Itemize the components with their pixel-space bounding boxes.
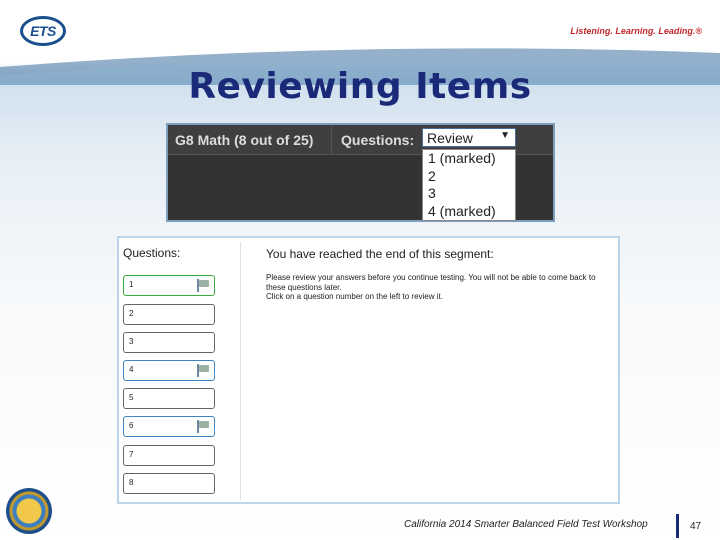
question-button-3[interactable]: 3 [123,332,215,353]
segment-end-message: Please review your answers before you co… [266,273,611,302]
dropdown-option-1[interactable]: 1 (marked) [423,150,515,168]
question-button-2[interactable]: 2 [123,304,215,325]
question-number: 5 [129,393,134,402]
question-button-8[interactable]: 8 [123,473,215,494]
test-name: G8 Math (8 out of 25) [175,132,314,148]
questions-label: Questions: [341,132,415,148]
question-button-6[interactable]: 6 [123,416,215,437]
toolbar-divider [331,125,332,155]
question-number: 1 [129,280,134,289]
select-value: Review [427,130,473,146]
question-button-4[interactable]: 4 [123,360,215,381]
questions-panel-header: Questions: [123,246,181,260]
questions-dropdown-list: 1 (marked) 2 3 4 (marked) [422,149,516,221]
question-number: 6 [129,421,134,430]
review-dropdown-screenshot: G8 Math (8 out of 25) Questions: Review … [166,123,555,222]
question-button-5[interactable]: 5 [123,388,215,409]
question-number: 2 [129,309,134,318]
panel-divider [240,242,241,500]
flag-icon [196,420,210,433]
end-of-segment-screenshot: Questions: 1 2 3 4 5 6 7 8 You have reac… [117,236,620,504]
review-instructions: Please review your answers before you co… [266,273,596,292]
question-button-1[interactable]: 1 [123,275,215,296]
state-seal-logo [6,488,52,534]
question-button-7[interactable]: 7 [123,445,215,466]
dropdown-option-3[interactable]: 3 [423,185,515,203]
page-number: 47 [690,521,702,532]
footer-workshop-text: California 2014 Smarter Balanced Field T… [404,519,648,530]
flag-icon [196,279,210,292]
question-number: 3 [129,337,134,346]
questions-select[interactable]: Review ▼ [422,128,516,147]
flag-icon [196,364,210,377]
segment-end-title: You have reached the end of this segment… [266,247,494,261]
question-number: 4 [129,365,134,374]
tagline: Listening. Learning. Leading.® [570,26,702,36]
ets-logo-text: ETS [30,23,56,39]
ets-logo: ETS [20,16,66,46]
chevron-down-icon: ▼ [500,130,510,141]
footer-divider [676,514,679,538]
dropdown-option-2[interactable]: 2 [423,168,515,186]
question-number: 8 [129,478,134,487]
slide-title: Reviewing Items [188,66,532,107]
dropdown-option-4[interactable]: 4 (marked) [423,203,515,221]
click-instructions: Click on a question number on the left t… [266,292,443,301]
question-number: 7 [129,450,134,459]
